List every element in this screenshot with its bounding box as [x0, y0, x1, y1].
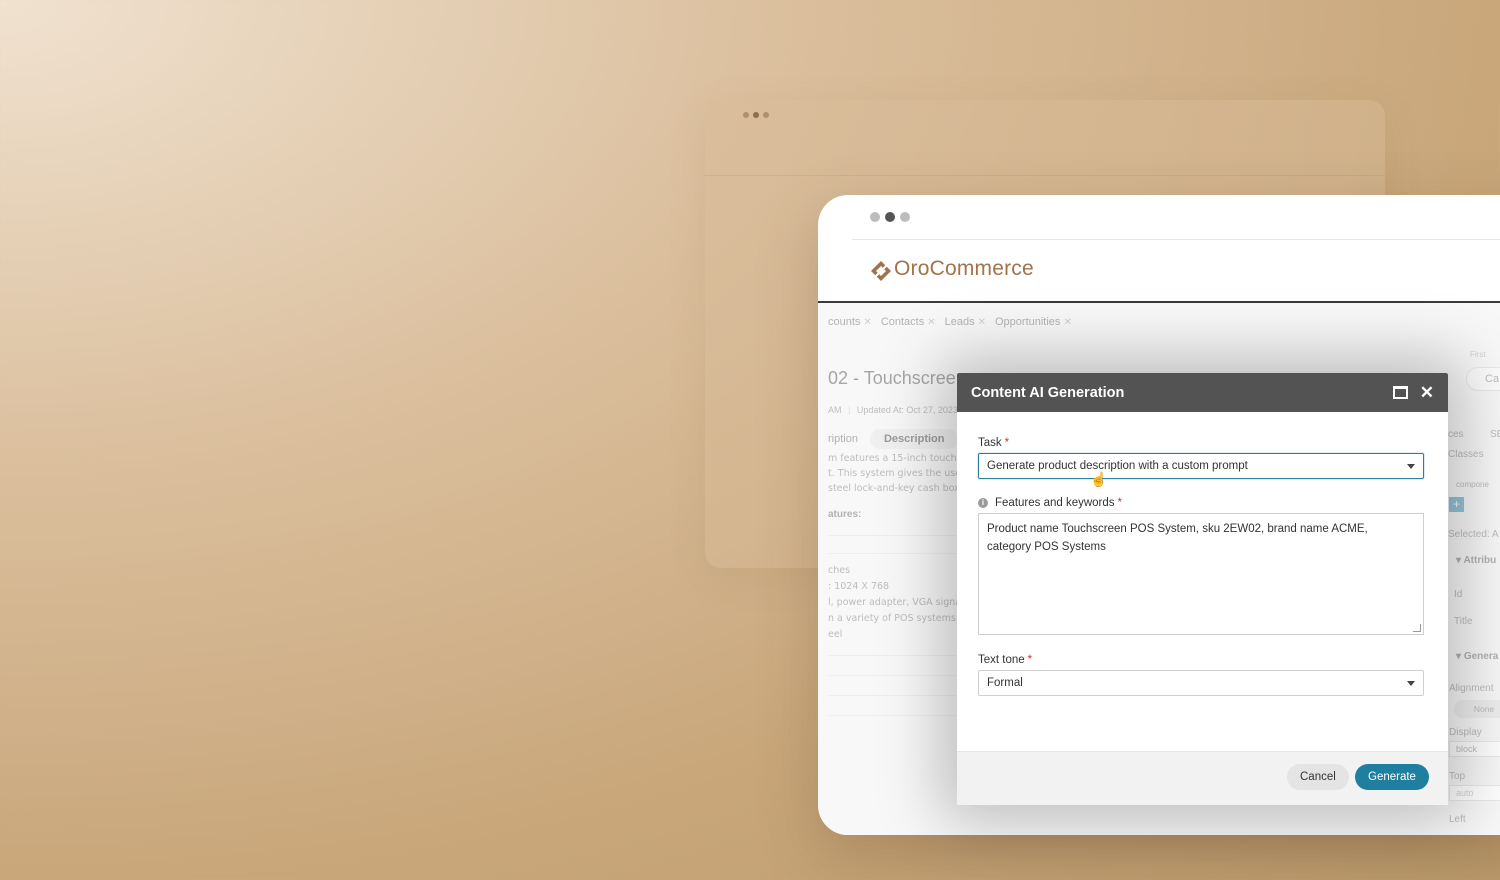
- orocommerce-logo-icon: [870, 260, 891, 281]
- chevron-down-icon: [1407, 464, 1415, 469]
- background-window-dots: [743, 112, 769, 118]
- dialog-header: Content AI Generation ✕: [957, 373, 1448, 412]
- info-icon[interactable]: i: [978, 498, 988, 508]
- window-dot-close[interactable]: [870, 212, 880, 222]
- window-dot-maximize[interactable]: [900, 212, 910, 222]
- background-window-titlebar: [705, 100, 1385, 176]
- task-label: Task *: [978, 437, 1010, 449]
- features-textarea[interactable]: Product name Touchscreen POS System, sku…: [978, 513, 1424, 635]
- generate-button[interactable]: Generate: [1355, 764, 1429, 790]
- resize-handle[interactable]: [1413, 624, 1421, 632]
- titlebar-divider: [852, 239, 1500, 240]
- dialog-footer: Cancel Generate: [957, 751, 1448, 805]
- dialog-title: Content AI Generation: [971, 384, 1125, 401]
- features-label: Features and keywords *: [995, 497, 1123, 509]
- window-controls: [870, 212, 910, 222]
- maximize-icon[interactable]: [1392, 386, 1408, 399]
- hand-cursor-icon: ☝: [1090, 471, 1108, 487]
- content-ai-generation-dialog: Content AI Generation ✕ Task * Generate p…: [957, 373, 1448, 805]
- app-logo[interactable]: OroCommerce: [870, 257, 1034, 281]
- window-dot-minimize[interactable]: [885, 212, 895, 222]
- close-icon[interactable]: ✕: [1420, 384, 1434, 401]
- chevron-down-icon: [1407, 681, 1415, 686]
- dialog-header-actions: ✕: [1392, 384, 1434, 401]
- cancel-button[interactable]: Cancel: [1287, 764, 1349, 790]
- tone-select[interactable]: Formal: [978, 670, 1424, 696]
- tone-label: Text tone *: [978, 654, 1033, 666]
- task-select[interactable]: Generate product description with a cust…: [978, 453, 1424, 479]
- logo-text: OroCommerce: [894, 257, 1034, 280]
